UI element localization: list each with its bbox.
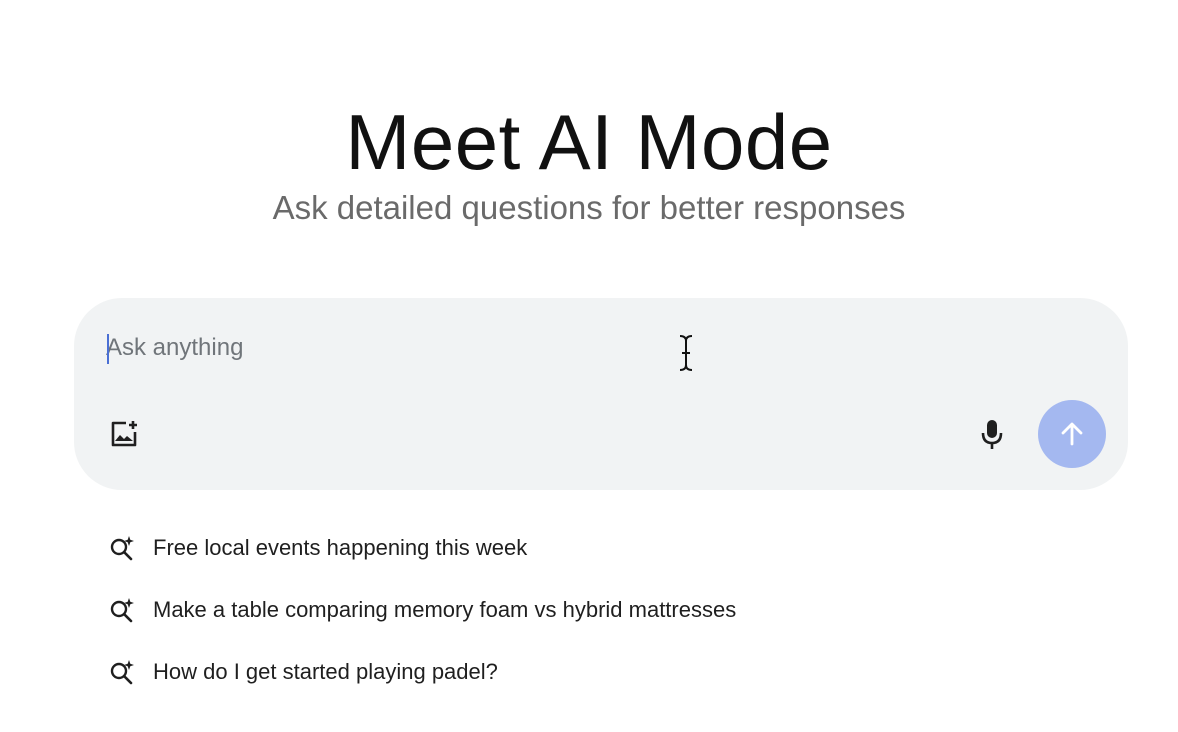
page-title: Meet AI Mode (345, 98, 833, 186)
sparkle-search-icon (108, 596, 136, 624)
suggestion-label: How do I get started playing padel? (153, 659, 498, 684)
send-button[interactable] (1038, 400, 1106, 468)
suggestion-item[interactable]: Free local events happening this week (108, 526, 1008, 570)
suggestion-label: Free local events happening this week (153, 535, 528, 560)
page-subtitle: Ask detailed questions for better respon… (272, 189, 906, 226)
arrow-up-icon (1061, 422, 1083, 446)
text-cursor-icon (679, 335, 693, 371)
voice-search-button[interactable] (972, 414, 1012, 454)
suggestion-label: Make a table comparing memory foam vs hy… (153, 597, 737, 622)
ai-mode-page: Meet AI Mode Ask detailed questions for … (0, 0, 1178, 732)
search-input[interactable] (106, 328, 1006, 368)
search-box[interactable] (74, 298, 1128, 490)
suggestion-item[interactable]: How do I get started playing padel? (108, 650, 1008, 694)
suggestion-item[interactable]: Make a table comparing memory foam vs hy… (108, 588, 1008, 632)
text-caret (107, 334, 109, 364)
sparkle-search-icon (108, 658, 136, 686)
add-image-button[interactable] (104, 414, 144, 454)
sparkle-search-icon (108, 534, 136, 562)
suggestion-list: Free local events happening this week Ma… (108, 526, 1008, 712)
microphone-icon (981, 420, 1003, 449)
add-image-icon (111, 421, 137, 447)
